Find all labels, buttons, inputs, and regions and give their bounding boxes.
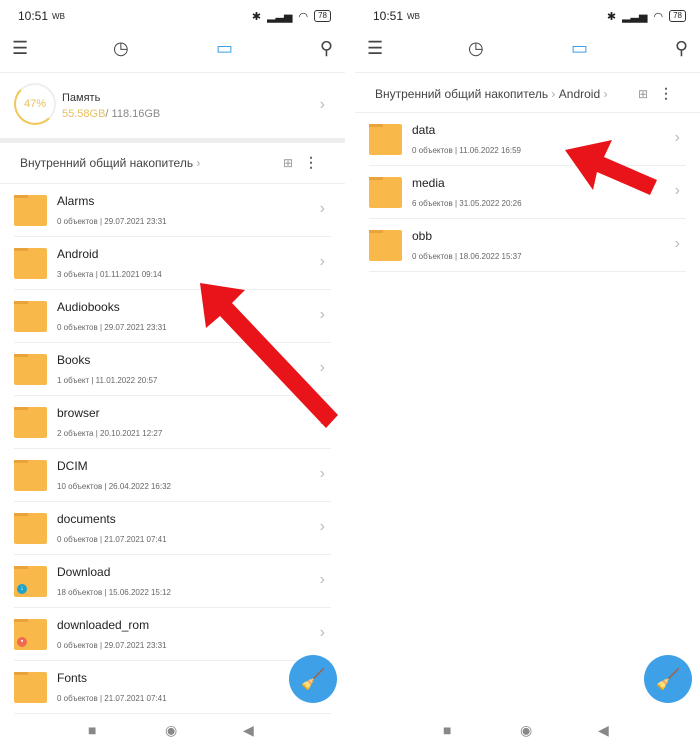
arrow-left — [200, 283, 338, 428]
arrow-right — [565, 140, 657, 195]
annotation-arrows — [200, 140, 657, 428]
